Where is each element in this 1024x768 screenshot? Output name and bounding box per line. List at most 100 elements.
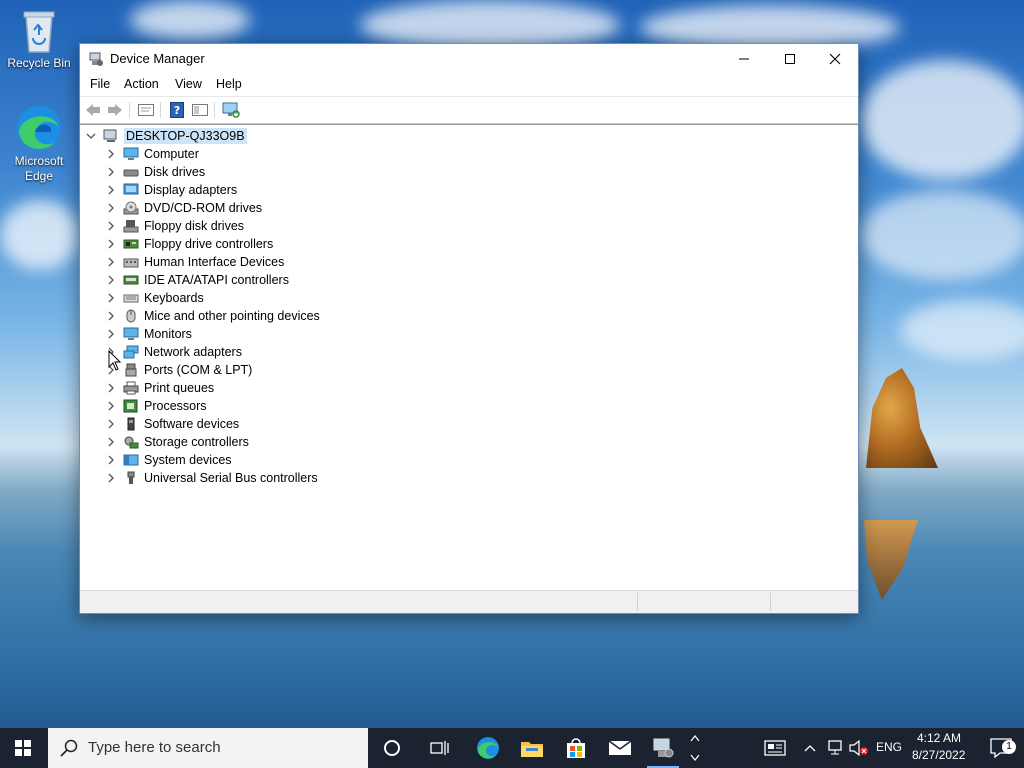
minimize-button[interactable]: [721, 44, 767, 74]
back-button[interactable]: [83, 101, 103, 119]
start-button[interactable]: [0, 728, 46, 768]
tree-category-ide-controller[interactable]: IDE ATA/ATAPI controllers: [104, 271, 289, 289]
close-button[interactable]: [812, 44, 858, 74]
tree-category-display-adapter[interactable]: Display adapters: [104, 181, 237, 199]
chevron-right-icon[interactable]: [104, 433, 118, 451]
tree-category-computer[interactable]: Computer: [104, 145, 199, 163]
menu-view[interactable]: View: [175, 77, 202, 91]
tree-category-label: Print queues: [144, 381, 215, 395]
chevron-right-icon[interactable]: [104, 145, 118, 163]
tree-category-label: IDE ATA/ATAPI controllers: [144, 273, 289, 287]
tree-category-processor[interactable]: Processors: [104, 397, 207, 415]
chevron-right-icon[interactable]: [104, 163, 118, 181]
tree-category-network-adapter[interactable]: Network adapters: [104, 343, 242, 361]
chevron-right-icon[interactable]: [104, 289, 118, 307]
taskbar-file-explorer[interactable]: [509, 728, 555, 768]
software-device-icon: [123, 417, 139, 431]
chevron-right-icon[interactable]: [104, 271, 118, 289]
tree-category-keyboard[interactable]: Keyboards: [104, 289, 204, 307]
desktop-icon-recycle-bin[interactable]: Recycle Bin: [1, 8, 77, 70]
task-view-button[interactable]: [417, 728, 463, 768]
chevron-right-icon[interactable]: [104, 325, 118, 343]
volume-tray-button[interactable]: [846, 728, 872, 768]
menu-help[interactable]: Help: [216, 77, 242, 91]
monitor-icon: [123, 327, 139, 341]
taskbar-mail[interactable]: [597, 728, 643, 768]
tree-category-floppy-controller[interactable]: Floppy drive controllers: [104, 235, 273, 253]
properties-button[interactable]: [136, 101, 156, 119]
tree-category-label: System devices: [144, 453, 232, 467]
forward-button[interactable]: [105, 101, 125, 119]
cortana-button[interactable]: [369, 728, 415, 768]
taskbar-edge[interactable]: [465, 728, 511, 768]
show-hidden-button[interactable]: [190, 101, 210, 119]
tree-category-port[interactable]: Ports (COM & LPT): [104, 361, 252, 379]
language-indicator[interactable]: ENG: [876, 740, 902, 754]
chevron-right-icon[interactable]: [104, 199, 118, 217]
menu-action[interactable]: Action: [124, 77, 159, 91]
forward-icon: [108, 104, 122, 116]
taskbar-store[interactable]: [553, 728, 599, 768]
chevron-right-icon[interactable]: [104, 181, 118, 199]
tree-category-mouse[interactable]: Mice and other pointing devices: [104, 307, 320, 325]
toolbar-separator: [160, 102, 161, 118]
display-adapter-icon: [123, 183, 139, 197]
tree-category-software-device[interactable]: Software devices: [104, 415, 239, 433]
tree-category-label: Floppy disk drives: [144, 219, 245, 233]
desktop-icon-label: Recycle Bin: [7, 56, 71, 70]
help-button[interactable]: ?: [167, 101, 187, 119]
chevron-right-icon[interactable]: [104, 217, 118, 235]
chevron-right-icon[interactable]: [104, 397, 118, 415]
news-widget-button[interactable]: [752, 728, 798, 768]
search-icon: [60, 739, 78, 757]
menu-bar: File Action View Help: [80, 74, 858, 96]
chevron-right-icon[interactable]: [104, 379, 118, 397]
tree-category-monitor[interactable]: Monitors: [104, 325, 192, 343]
status-divider: [770, 593, 771, 611]
title-bar[interactable]: Device Manager: [80, 44, 858, 74]
tree-category-hid[interactable]: Human Interface Devices: [104, 253, 284, 271]
windows-logo-icon: [15, 740, 31, 756]
tree-category-label: Universal Serial Bus controllers: [144, 471, 318, 485]
action-center-button[interactable]: 1: [978, 728, 1024, 768]
desktop-icon-label: Microsoft Edge: [14, 154, 64, 183]
tree-category-storage-controller[interactable]: Storage controllers: [104, 433, 249, 451]
chevron-right-icon[interactable]: [104, 235, 118, 253]
tree-category-printer[interactable]: Print queues: [104, 379, 214, 397]
chevron-right-icon[interactable]: [104, 253, 118, 271]
scroll-arrows-icon: [690, 735, 700, 761]
tree-category-label: Monitors: [144, 327, 192, 341]
toolbar-separator: [129, 102, 130, 118]
chevron-right-icon[interactable]: [104, 451, 118, 469]
tree-category-label: DVD/CD-ROM drives: [144, 201, 263, 215]
tree-root[interactable]: DESKTOP-QJ33O9B: [84, 127, 247, 145]
taskbar-scroll[interactable]: [686, 728, 704, 768]
tree-category-usb[interactable]: Universal Serial Bus controllers: [104, 469, 318, 487]
chevron-right-icon[interactable]: [104, 415, 118, 433]
tree-category-floppy-drive[interactable]: Floppy disk drives: [104, 217, 244, 235]
chevron-right-icon[interactable]: [104, 469, 118, 487]
search-box[interactable]: Type here to search: [48, 728, 368, 768]
clock-date[interactable]: 8/27/2022: [912, 748, 965, 762]
show-hidden-icons-button[interactable]: [796, 728, 824, 768]
network-tray-button[interactable]: [822, 728, 848, 768]
tree-category-label: Processors: [144, 399, 207, 413]
show-hidden-icon: [192, 104, 208, 116]
scan-hardware-button[interactable]: [221, 101, 241, 119]
device-tree[interactable]: DESKTOP-QJ33O9B Computer Disk drives Displ…: [80, 124, 858, 591]
taskbar-device-manager[interactable]: [640, 728, 686, 768]
tree-category-dvd-drive[interactable]: DVD/CD-ROM drives: [104, 199, 262, 217]
tree-category-system-device[interactable]: System devices: [104, 451, 232, 469]
edge-icon: [477, 737, 499, 759]
tree-category-disk-drive[interactable]: Disk drives: [104, 163, 205, 181]
tree-root-label: DESKTOP-QJ33O9B: [124, 128, 247, 144]
tree-category-label: Mice and other pointing devices: [144, 309, 320, 323]
chevron-right-icon[interactable]: [104, 307, 118, 325]
network-adapter-icon: [123, 345, 139, 359]
desktop-icon-edge[interactable]: Microsoft Edge: [1, 104, 77, 184]
usb-icon: [123, 471, 139, 485]
menu-file[interactable]: File: [90, 77, 110, 91]
maximize-button[interactable]: [767, 44, 813, 74]
clock-time[interactable]: 4:12 AM: [917, 731, 961, 745]
chevron-down-icon[interactable]: [84, 127, 98, 145]
